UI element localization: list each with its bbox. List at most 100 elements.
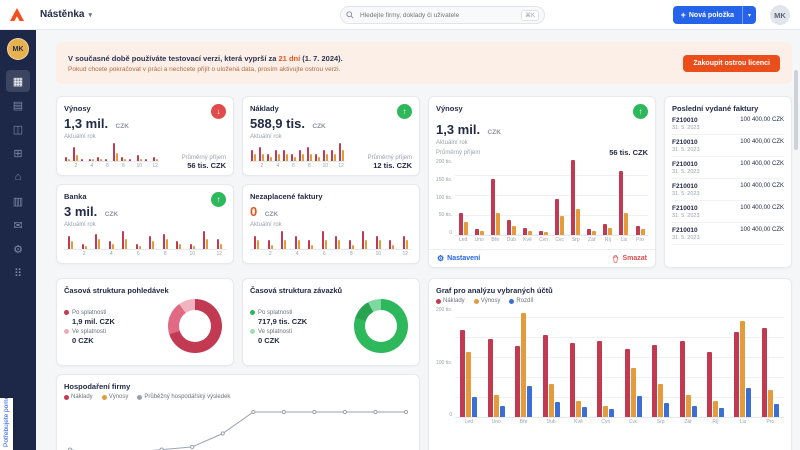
card-value: 1,3 mil. [64, 116, 108, 131]
bar [125, 239, 127, 249]
accounts-analysis-card[interactable]: Graf pro analýzu vybraných účtů NákladyV… [428, 278, 792, 450]
bar [625, 349, 630, 417]
invoice-row[interactable]: F21001031. 5. 2023100 400,00 CZK [672, 223, 784, 245]
card-title: Banka [64, 192, 118, 201]
bar [636, 226, 640, 235]
bar [658, 384, 663, 417]
bar [259, 147, 261, 161]
legend-dot [509, 299, 514, 304]
legend-dot [64, 310, 69, 315]
bar [112, 244, 114, 249]
sidebar-item-bank-icon[interactable]: ⌂ [6, 166, 30, 188]
invoice-row[interactable]: F21001031. 5. 2023100 400,00 CZK [672, 201, 784, 223]
invoice-row[interactable]: F21001031. 5. 2023100 400,00 CZK [672, 113, 784, 135]
bar [641, 229, 645, 235]
invoice-row[interactable]: F21001031. 5. 2023100 400,00 CZK [672, 135, 784, 157]
card-unit: CZK [312, 123, 325, 130]
bar [576, 401, 581, 417]
invoice-date: 31. 5. 2023 [672, 147, 700, 153]
payables-card[interactable]: Časová struktura závazků Po splatnosti 7… [242, 278, 420, 366]
bar [76, 155, 78, 161]
company-results-card[interactable]: Hospodaření firmy NákladyVýnosyPrůběžný … [56, 374, 420, 450]
legend-item: Výnosy [102, 394, 129, 400]
bar [544, 232, 548, 235]
search-shortcut-hint: ⌘K [521, 10, 539, 21]
sidebar-item-documents-icon[interactable]: ▤ [6, 94, 30, 116]
page-scrollbar[interactable] [794, 70, 798, 150]
bar [379, 240, 381, 249]
bar [680, 341, 685, 417]
help-tab[interactable]: Potřebujete pomoc? [0, 398, 13, 450]
card-unit: CZK [116, 123, 129, 130]
revenue-card[interactable]: Výnosy 1,3 mil. CZK Aktuální rok ↓ 24681… [56, 96, 234, 176]
bar [275, 150, 277, 161]
accounts-analysis-bar-chart: 200 tis.100 tis.0LedÚnoBřeDubKvěČvnČvcSr… [436, 308, 784, 426]
revenue-mini-chart: 24681012 [64, 143, 159, 170]
bar [571, 160, 575, 235]
invoice-row[interactable]: F21001031. 5. 2023100 400,00 CZK [672, 157, 784, 179]
logo-icon [10, 8, 24, 21]
bar [124, 159, 126, 161]
unpaid-invoices-card[interactable]: Nezaplacené faktury 0 CZK Aktuální rok 2… [242, 184, 420, 264]
settings-label: Nastavení [447, 255, 480, 262]
buy-license-button[interactable]: Zakoupit ostrou licenci [683, 55, 780, 72]
bar [768, 390, 773, 417]
search-box[interactable]: ⌘K [340, 6, 545, 24]
card-period: Aktuální rok [250, 222, 323, 228]
sidebar-item-cash-icon[interactable]: ⊞ [6, 142, 30, 164]
card-period: Aktuální rok [64, 134, 129, 140]
bar [389, 240, 391, 249]
sidebar-item-invoices-icon[interactable]: ◫ [6, 118, 30, 140]
costs-card[interactable]: Náklady 588,9 tis. CZK Aktuální rok ↑ 24… [242, 96, 420, 176]
bar [603, 224, 607, 235]
bar [734, 332, 739, 417]
invoice-date: 31. 5. 2023 [672, 125, 700, 131]
page-title-wrap[interactable]: Nástěnka ▾ [40, 9, 92, 20]
invoice-date: 31. 5. 2023 [672, 213, 700, 219]
legend-dot [64, 329, 69, 334]
app-logo[interactable] [10, 8, 24, 26]
settings-link[interactable]: ⚙ Nastavení [437, 254, 480, 263]
bar [609, 409, 614, 417]
bar [251, 150, 253, 161]
user-avatar[interactable]: MK [770, 5, 790, 25]
new-item-button-group: + Nová položka ▾ [673, 6, 756, 24]
sidebar-item-settings-icon[interactable]: ⚙ [6, 238, 30, 260]
sidebar-item-mail-icon[interactable]: ✉ [6, 214, 30, 236]
top-header: Nástěnka ▾ ⌘K + Nová položka ▾ MK [0, 0, 800, 30]
invoice-amount: 100 400,00 CZK [740, 183, 784, 189]
latest-invoices-card[interactable]: Poslední vydané faktury F21001031. 5. 20… [664, 96, 792, 268]
bar [523, 228, 527, 236]
legend-item: Náklady [436, 298, 465, 304]
legend-label: Náklady [71, 394, 93, 400]
sidebar-avatar[interactable]: MK [7, 38, 29, 60]
search-input[interactable] [358, 11, 517, 20]
revenue-year-bar-chart: 200 tis.150 tis.100 tis.50 tis.0LedÚnoBř… [436, 160, 648, 244]
bar [323, 150, 325, 161]
sidebar-item-apps-icon[interactable]: ⠿ [6, 262, 30, 284]
bar [587, 229, 591, 235]
bar [335, 236, 337, 250]
legend-dot [102, 395, 107, 400]
invoice-date: 31. 5. 2023 [672, 169, 700, 175]
new-item-button[interactable]: + Nová položka [673, 6, 742, 24]
receivables-card[interactable]: Časová struktura pohledávek Po splatnost… [56, 278, 234, 366]
bar [362, 231, 364, 249]
legend-label: Výnosy [481, 298, 501, 304]
sidebar-item-dashboard-icon[interactable]: ▦ [6, 70, 30, 92]
bar [376, 236, 378, 250]
bar [570, 343, 575, 417]
invoice-row[interactable]: F21001031. 5. 2023100 400,00 CZK [672, 179, 784, 201]
card-title: Náklady [250, 104, 326, 113]
y-axis: 200 tis.100 tis.0 [436, 308, 455, 426]
new-item-dropdown-button[interactable]: ▾ [742, 6, 756, 24]
sidebar-nav: ▦▤◫⊞⌂▥✉⚙⠿ [6, 70, 30, 286]
revenue-detail-card[interactable]: Výnosy ↑ 1,3 mil. CZK Aktuální rok Průmě… [428, 96, 656, 268]
delete-link[interactable]: Smazat [612, 255, 647, 263]
legend-item: Výnosy [474, 298, 501, 304]
bar [122, 231, 124, 249]
sidebar-item-reports-icon[interactable]: ▥ [6, 190, 30, 212]
legend-value: 0 CZK [258, 336, 307, 345]
bank-card[interactable]: Banka 3 mil. CZK Aktuální rok ↑ 24681012 [56, 184, 234, 264]
bar [326, 154, 328, 161]
